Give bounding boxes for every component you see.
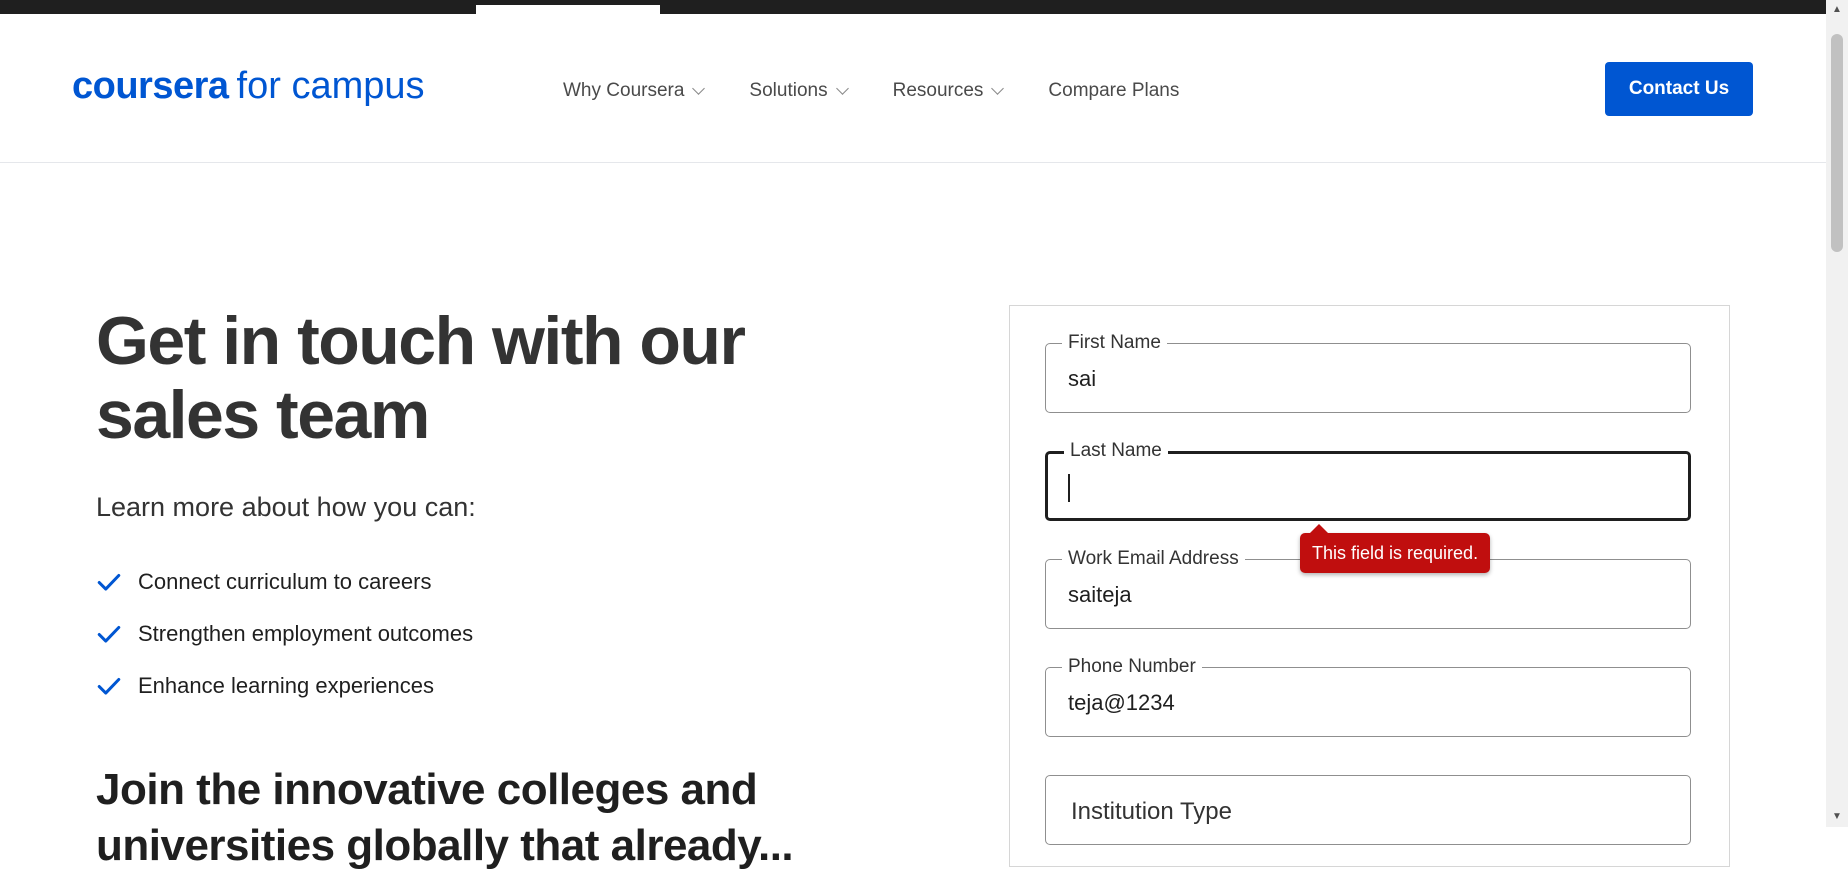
first-name-label: First Name (1062, 332, 1167, 354)
logo-brand: coursera (72, 65, 229, 107)
vertical-scrollbar[interactable]: ▲ ▼ (1826, 0, 1848, 827)
check-icon (97, 625, 121, 643)
browser-top-strip (0, 0, 1826, 14)
list-item: Enhance learning experiences (96, 660, 473, 712)
main-nav: Why Coursera Solutions Resources Compare… (563, 80, 1225, 102)
contact-form: First Name sai Last Name Work Email Addr… (1009, 305, 1730, 867)
coursera-logo[interactable]: coursera for campus (72, 64, 425, 108)
chevron-down-icon (692, 81, 706, 95)
list-item-label: Strengthen employment outcomes (138, 621, 474, 646)
nav-solutions[interactable]: Solutions (749, 80, 849, 102)
work-email-value: saiteja (1068, 582, 1132, 607)
nav-solutions-label: Solutions (749, 80, 828, 101)
chevron-down-icon (835, 81, 849, 95)
nav-why-coursera[interactable]: Why Coursera (563, 80, 706, 102)
institution-type-select[interactable]: Institution Type (1045, 775, 1691, 845)
last-name-field[interactable]: Last Name (1045, 440, 1691, 521)
nav-resources-label: Resources (892, 80, 984, 101)
error-tooltip: This field is required. (1300, 524, 1491, 573)
site-header: coursera for campus Why Coursera Solution… (0, 14, 1826, 163)
list-item-label: Connect curriculum to careers (138, 569, 432, 594)
scroll-thumb[interactable] (1831, 34, 1843, 252)
check-icon (97, 573, 121, 591)
benefits-list: Connect curriculum to careers Strengthen… (96, 556, 473, 712)
contact-us-button[interactable]: Contact Us (1605, 62, 1753, 116)
lead-text: Learn more about how you can: (96, 492, 476, 522)
nav-compare-plans[interactable]: Compare Plans (1048, 80, 1179, 102)
scroll-down-icon[interactable]: ▼ (1826, 809, 1848, 825)
last-name-label: Last Name (1064, 440, 1168, 462)
phone-number-value: teja@1234 (1068, 690, 1175, 715)
active-tab-highlight (476, 5, 660, 14)
check-icon (97, 677, 121, 695)
scroll-up-icon[interactable]: ▲ (1826, 2, 1848, 18)
list-item: Strengthen employment outcomes (96, 608, 473, 660)
phone-number-label: Phone Number (1062, 656, 1202, 678)
list-item: Connect curriculum to careers (96, 556, 473, 608)
phone-number-field[interactable]: Phone Number teja@1234 (1045, 656, 1691, 737)
page-title: Get in touch with our sales team (96, 303, 746, 453)
nav-why-coursera-label: Why Coursera (563, 80, 685, 101)
first-name-value: sai (1068, 366, 1097, 391)
nav-compare-plans-label: Compare Plans (1048, 80, 1180, 101)
logo-sub: for campus (236, 65, 425, 107)
list-item-label: Enhance learning experiences (138, 673, 434, 698)
nav-resources[interactable]: Resources (892, 80, 1005, 102)
chevron-down-icon (991, 81, 1005, 95)
section-headline: Join the innovative colleges and univers… (96, 765, 794, 870)
text-caret (1068, 474, 1070, 502)
first-name-field[interactable]: First Name sai (1045, 332, 1691, 413)
work-email-label: Work Email Address (1062, 548, 1245, 570)
institution-type-label: Institution Type (1071, 798, 1232, 825)
